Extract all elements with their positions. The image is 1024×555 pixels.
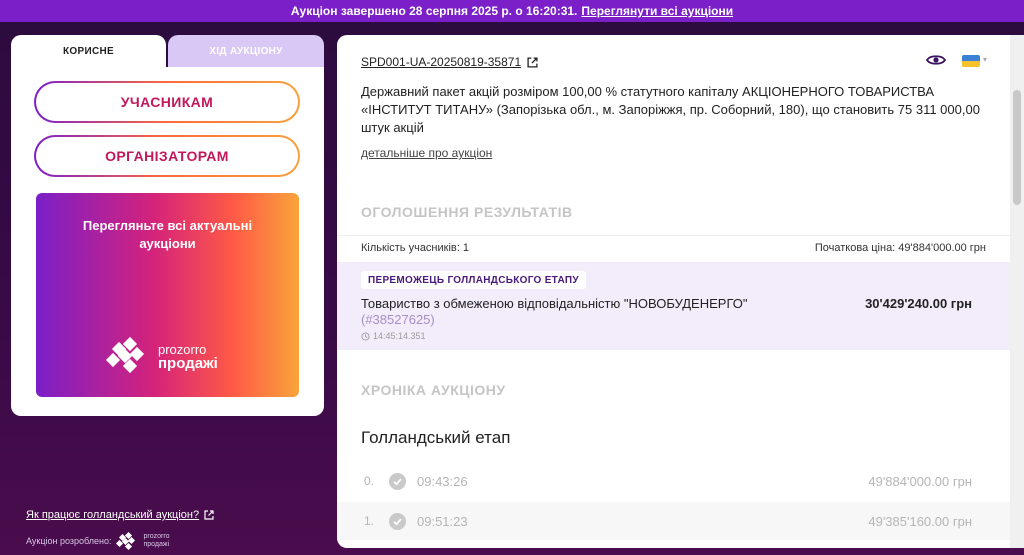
start-price: Початкова ціна: 49'884'000.00 грн: [814, 242, 986, 254]
promo-text: Перегляньте всі актуальні аукціони: [82, 218, 253, 251]
scrollbar[interactable]: [1010, 35, 1024, 548]
all-auctions-promo[interactable]: Перегляньте всі актуальні аукціони prozo…: [36, 193, 299, 397]
view-all-auctions-link[interactable]: Переглянути всі аукціони: [581, 4, 733, 18]
auction-details-link[interactable]: детальніше про аукціон: [361, 146, 492, 160]
organizers-button[interactable]: ОРГАНІЗАТОРАМ: [34, 135, 300, 177]
row-time: 09:51:23: [417, 513, 468, 529]
row-amount: 49'385'160.00 грн: [868, 513, 972, 529]
auction-status-banner: Аукціон завершено 28 серпня 2025 р. о 16…: [0, 0, 1024, 22]
results-title: ОГОЛОШЕННЯ РЕЗУЛЬТАТІВ: [361, 204, 573, 220]
eye-icon[interactable]: [926, 53, 946, 67]
how-dutch-auction-link[interactable]: Як працює голландський аукціон?: [26, 509, 214, 521]
check-circle-icon: [389, 472, 406, 490]
winner-badge: ПЕРЕМОЖЕЦЬ ГОЛЛАНДСЬКОГО ЕТАПУ: [361, 271, 586, 289]
external-link-icon: [527, 56, 538, 68]
developed-by: Аукціон розроблено: prozorro продажі: [26, 531, 170, 551]
developed-by-label: Аукціон розроблено:: [26, 536, 112, 546]
bid-row: 0. 09:43:26 49'884'000.00 грн: [337, 462, 1010, 500]
divider: [337, 235, 1010, 236]
dev-logo-line2: продажі: [143, 541, 170, 548]
prozorro-logo-icon: [105, 336, 152, 374]
useful-card: УЧАСНИКАМ ОРГАНІЗАТОРАМ Перегляньте всі …: [11, 67, 324, 416]
how-link-text: Як працює голландський аукціон?: [26, 509, 200, 521]
auction-id-link[interactable]: SPD001-UA-20250819-35871: [361, 55, 538, 69]
winner-price: 30'429'240.00 грн: [865, 296, 972, 311]
tab-auction-progress[interactable]: ХІД АУКЦІОНУ: [168, 35, 324, 67]
row-amount: 49'884'000.00 грн: [868, 473, 972, 489]
dutch-stage-title: Голландський етап: [361, 428, 511, 447]
row-index: 0.: [364, 474, 375, 488]
auction-details-panel: SPD001-UA-20250819-35871 ▾ Державний пак…: [337, 35, 1024, 548]
auction-id: SPD001-UA-20250819-35871: [361, 55, 522, 69]
winner-block: ПЕРЕМОЖЕЦЬ ГОЛЛАНДСЬКОГО ЕТАПУ Товариств…: [337, 262, 1010, 350]
external-link-icon: [204, 510, 214, 520]
auction-status-text: Аукціон завершено 28 серпня 2025 р. о 16…: [290, 4, 578, 18]
logo-line2: продажі: [158, 355, 218, 372]
bid-row: 1. 09:51:23 49'385'160.00 грн: [337, 502, 1010, 540]
winner-time-value: 14:45:14.351: [373, 331, 426, 341]
winner-id: (#38527625): [361, 312, 435, 327]
participants-button[interactable]: УЧАСНИКАМ: [34, 81, 300, 123]
prozorro-logo: prozorro продажі: [105, 336, 218, 374]
ukraine-flag-icon[interactable]: [962, 55, 980, 67]
row-index: 1.: [364, 514, 375, 528]
prozorro-small-logo-icon: [115, 531, 139, 551]
winner-time: 14:45:14.351: [361, 331, 426, 341]
participants-count: Кількість учасників: 1: [361, 242, 469, 254]
chevron-down-icon[interactable]: ▾: [983, 55, 987, 64]
winner-name: Товариство з обмеженою відповідальністю …: [361, 296, 748, 311]
clock-icon: [361, 331, 370, 341]
check-circle-icon: [389, 512, 406, 530]
tab-useful[interactable]: КОРИСНЕ: [11, 35, 166, 67]
chronicle-title: ХРОНІКА АУКЦІОНУ: [361, 382, 506, 398]
row-time: 09:43:26: [417, 473, 468, 489]
auction-description: Державний пакет акцій розміром 100,00 % …: [361, 84, 980, 135]
left-tabs: КОРИСНЕ ХІД АУКЦІОНУ: [11, 35, 324, 67]
left-panel: КОРИСНЕ ХІД АУКЦІОНУ УЧАСНИКАМ ОРГАНІЗАТ…: [11, 35, 324, 416]
dev-logo-line1: prozorro: [143, 533, 170, 540]
scrollbar-thumb[interactable]: [1013, 90, 1021, 205]
